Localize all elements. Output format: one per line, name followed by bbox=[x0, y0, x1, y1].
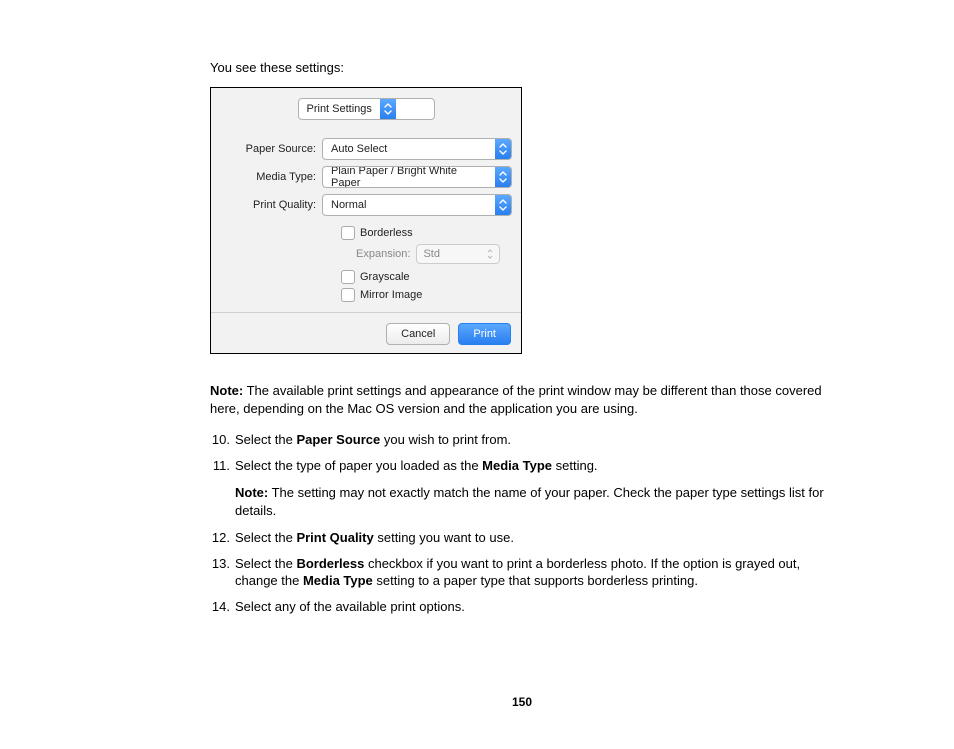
chevron-updown-icon bbox=[495, 139, 511, 159]
divider bbox=[211, 312, 521, 313]
borderless-checkbox-row[interactable]: Borderless bbox=[341, 226, 511, 240]
document-page: You see these settings: Print Settings P… bbox=[0, 0, 954, 749]
paper-source-select[interactable]: Auto Select bbox=[322, 138, 512, 160]
step-10: Select the Paper Source you wish to prin… bbox=[210, 431, 834, 449]
print-button-label: Print bbox=[473, 328, 496, 340]
note-body: The available print settings and appeara… bbox=[210, 383, 822, 416]
print-button[interactable]: Print bbox=[458, 323, 511, 345]
media-type-select[interactable]: Plain Paper / Bright White Paper bbox=[322, 166, 512, 188]
expansion-value: Std bbox=[423, 248, 440, 260]
note-prefix: Note: bbox=[210, 383, 243, 398]
print-settings-dialog: Print Settings Paper Source: Auto Select… bbox=[210, 87, 522, 354]
grayscale-checkbox-row[interactable]: Grayscale bbox=[341, 270, 511, 284]
expansion-row: Expansion: Std bbox=[356, 244, 511, 264]
intro-text: You see these settings: bbox=[210, 60, 834, 75]
steps-list: Select the Paper Source you wish to prin… bbox=[210, 431, 834, 615]
step-11-note: Note: The setting may not exactly match … bbox=[235, 484, 834, 519]
mirror-label: Mirror Image bbox=[360, 289, 422, 301]
step-12: Select the Print Quality setting you wan… bbox=[210, 529, 834, 547]
print-quality-label: Print Quality: bbox=[221, 199, 316, 211]
expansion-select[interactable]: Std bbox=[416, 244, 500, 264]
paper-source-value: Auto Select bbox=[323, 143, 495, 155]
cancel-button[interactable]: Cancel bbox=[386, 323, 450, 345]
chevron-updown-icon bbox=[495, 195, 511, 215]
checkbox-icon bbox=[341, 270, 355, 284]
step-11: Select the type of paper you loaded as t… bbox=[210, 457, 834, 520]
cancel-button-label: Cancel bbox=[401, 328, 435, 340]
borderless-label: Borderless bbox=[360, 227, 413, 239]
note-block-1: Note: The available print settings and a… bbox=[210, 382, 834, 417]
grayscale-label: Grayscale bbox=[360, 271, 410, 283]
chevron-updown-icon bbox=[380, 99, 396, 119]
mirror-checkbox-row[interactable]: Mirror Image bbox=[341, 288, 511, 302]
step-14: Select any of the available print option… bbox=[210, 598, 834, 616]
section-dropdown[interactable]: Print Settings bbox=[298, 98, 435, 120]
step-13: Select the Borderless checkbox if you wa… bbox=[210, 555, 834, 590]
checkbox-icon bbox=[341, 288, 355, 302]
media-type-value: Plain Paper / Bright White Paper bbox=[323, 166, 495, 188]
chevron-updown-icon bbox=[495, 167, 511, 187]
section-dropdown-value: Print Settings bbox=[299, 103, 380, 115]
media-type-label: Media Type: bbox=[221, 171, 316, 183]
expansion-label: Expansion: bbox=[356, 248, 410, 260]
print-quality-select[interactable]: Normal bbox=[322, 194, 512, 216]
page-number: 150 bbox=[210, 695, 834, 709]
chevron-updown-icon bbox=[487, 249, 493, 259]
print-quality-value: Normal bbox=[323, 199, 495, 211]
checkbox-icon bbox=[341, 226, 355, 240]
paper-source-label: Paper Source: bbox=[221, 143, 316, 155]
